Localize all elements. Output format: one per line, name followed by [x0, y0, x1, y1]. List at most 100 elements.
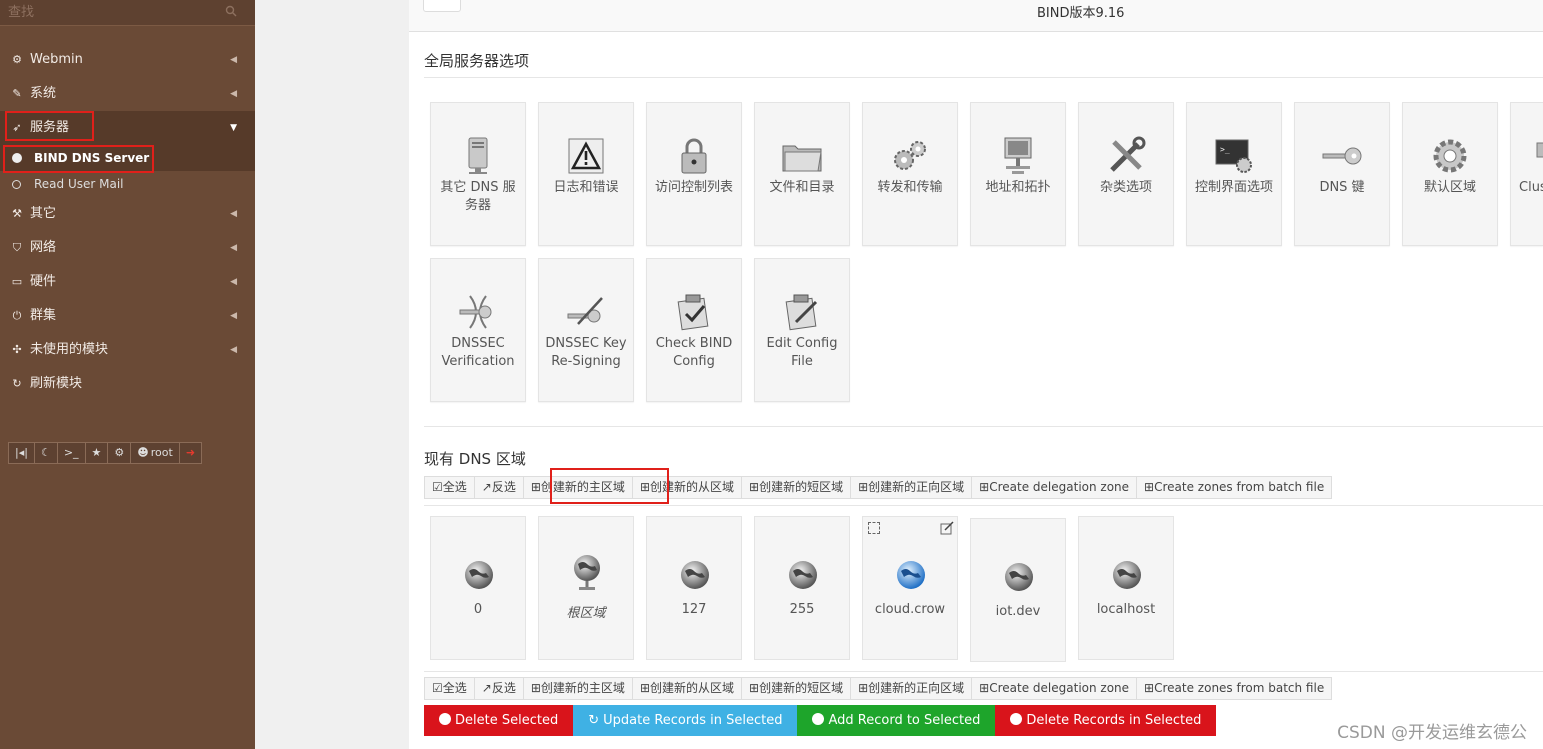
create-delegation-zone-button[interactable]: ⊞ Create delegation zone — [971, 476, 1138, 499]
search-bar — [0, 0, 255, 26]
create-forward-zone-button[interactable]: ⊞ 创建新的正向区域 — [850, 677, 973, 700]
sidebar-item-others[interactable]: ⚒ 其它 ◀ — [0, 197, 255, 231]
bind-version: BIND版本9.16 — [1037, 6, 1125, 21]
invert-selection-button[interactable]: ↗ 反选 — [473, 476, 524, 499]
create-delegation-zone-button[interactable]: ⊞ Create delegation zone — [971, 677, 1138, 700]
terminal-icon: >_ — [1187, 135, 1281, 177]
edit-icon[interactable] — [940, 521, 954, 535]
globe-icon — [465, 561, 493, 589]
logout-icon[interactable]: ➜ — [178, 442, 203, 464]
zone-item[interactable]: 255 — [754, 516, 850, 660]
plus-square-icon: ⊞ — [530, 681, 541, 695]
settings-icon[interactable]: ⚙ — [107, 442, 132, 464]
tile-check-bind-config[interactable]: Check BIND Config — [646, 258, 742, 402]
tile-logs-errors[interactable]: 日志和错误 — [538, 102, 634, 246]
create-stub-zone-button[interactable]: ⊞ 创建新的短区域 — [741, 476, 852, 499]
tile-forwarding[interactable]: 转发和传输 — [862, 102, 958, 246]
sidebar-item-cluster[interactable]: ⏻ 群集 ◀ — [0, 299, 255, 333]
plus-square-icon: ⊞ — [979, 681, 990, 695]
divider — [424, 426, 1543, 427]
gear-icon — [1403, 135, 1497, 177]
tile-files-dirs[interactable]: 文件和目录 — [754, 102, 850, 246]
zones-title: 现有 DNS 区域 — [424, 450, 526, 468]
globe-icon — [1005, 563, 1033, 591]
zone-item[interactable]: 根区域 — [538, 516, 634, 660]
tile-dnssec-verification[interactable]: DNSSEC Verification — [430, 258, 526, 402]
sidebar-item-network[interactable]: ⛉ 网络 ◀ — [0, 231, 255, 265]
main-content: BIND版本9.16 全局服务器选项 其它 DNS 服务器 日志和错误 访问控制… — [409, 0, 1543, 749]
add-record-button[interactable]: Add Record to Selected — [797, 705, 996, 736]
create-slave-zone-button[interactable]: ⊞ 创建新的从区域 — [631, 476, 743, 499]
sidebar-toolbar: |◂| ☾ >_ ★ ⚙ ☻ root ➜ — [8, 442, 203, 464]
update-records-button[interactable]: ↻ Update Records in Selected — [573, 705, 798, 736]
select-checkbox[interactable] — [868, 522, 880, 534]
zone-item[interactable]: 127 — [646, 516, 742, 660]
times-circle-icon — [1010, 713, 1023, 725]
sidebar-item-refresh-modules[interactable]: ↻ 刷新模块 — [0, 367, 255, 401]
create-zones-batch-button[interactable]: ⊞ Create zones from batch file — [1136, 677, 1333, 700]
create-master-zone-button[interactable]: ⊞ 创建新的主区域 — [522, 677, 633, 700]
plus-square-icon: ⊞ — [749, 480, 760, 494]
globe-icon — [681, 561, 709, 589]
sidebar-item-system[interactable]: ✎ 系统 ◀ — [0, 77, 255, 111]
refresh-icon: ↻ — [12, 377, 22, 390]
globe-icon — [789, 561, 817, 589]
dnssec-icon — [431, 291, 525, 333]
chevron-left-icon: ◀ — [230, 209, 237, 219]
search-input[interactable] — [8, 3, 218, 21]
chevron-left-icon: ◀ — [230, 277, 237, 287]
zone-item[interactable]: localhost — [1078, 516, 1174, 660]
sidebar-item-hardware[interactable]: ▭ 硬件 ◀ — [0, 265, 255, 299]
power-icon: ⏻ — [12, 309, 22, 322]
create-forward-zone-button[interactable]: ⊞ 创建新的正向区域 — [850, 476, 973, 499]
delete-records-button[interactable]: Delete Records in Selected — [995, 705, 1217, 736]
terminal-icon[interactable]: >_ — [56, 442, 86, 464]
zone-item[interactable]: iot.dev — [970, 518, 1066, 662]
sidebar-item-servers[interactable]: ➶ 服务器 ▼ — [0, 111, 255, 145]
svg-text:>_: >_ — [1220, 145, 1230, 154]
tile-dnssec-key-resigning[interactable]: DNSSEC Key Re-Signing — [538, 258, 634, 402]
tile-cluster[interactable]: Clus S — [1510, 102, 1543, 246]
create-slave-zone-button[interactable]: ⊞ 创建新的从区域 — [631, 677, 743, 700]
user-button[interactable]: ☻ root — [130, 442, 180, 464]
tile-acl[interactable]: 访问控制列表 — [646, 102, 742, 246]
tile-dns-keys[interactable]: DNS 键 — [1294, 102, 1390, 246]
moon-icon[interactable]: ☾ — [33, 442, 58, 464]
tile-address-topology[interactable]: 地址和拓扑 — [970, 102, 1066, 246]
radio-icon — [12, 180, 21, 189]
sidebar-subitem-read-user-mail[interactable]: Read User Mail — [0, 171, 255, 197]
collapse-icon[interactable]: |◂| — [8, 442, 35, 464]
times-circle-icon — [439, 713, 451, 725]
sidebar-item-unused-modules[interactable]: ✣ 未使用的模块 ◀ — [0, 333, 255, 367]
star-icon[interactable]: ★ — [84, 442, 109, 464]
chevron-down-icon: ▼ — [230, 123, 237, 133]
plus-square-icon: ⊞ — [1144, 681, 1155, 695]
tile-edit-config-file[interactable]: Edit Config File — [754, 258, 850, 402]
gavel-icon: ⚒ — [12, 207, 22, 220]
create-master-zone-button[interactable]: ⊞ 创建新的主区域 — [522, 476, 633, 499]
invert-selection-button[interactable]: ↗ 反选 — [473, 677, 524, 700]
search-icon[interactable] — [225, 5, 237, 17]
zone-item[interactable]: cloud.crow — [862, 516, 958, 660]
zone-item[interactable]: 0 — [430, 516, 526, 660]
select-all-button[interactable]: ☑ 全选 — [424, 476, 475, 499]
puzzle-icon: ✣ — [12, 343, 22, 356]
action-bar: Delete Selected ↻ Update Records in Selec… — [424, 705, 1217, 736]
globe-icon — [897, 561, 925, 589]
key-sign-icon — [539, 291, 633, 333]
tile-default-zones[interactable]: 默认区域 — [1402, 102, 1498, 246]
return-button[interactable] — [423, 0, 461, 12]
tile-other-dns-servers[interactable]: 其它 DNS 服务器 — [430, 102, 526, 246]
gutter — [255, 0, 409, 749]
tile-misc-options[interactable]: 杂类选项 — [1078, 102, 1174, 246]
edit-config-icon — [755, 291, 849, 333]
divider — [424, 671, 1543, 672]
tile-control-interface[interactable]: >_ 控制界面选项 — [1186, 102, 1282, 246]
select-all-button[interactable]: ☑ 全选 — [424, 677, 475, 700]
sidebar-subitem-bind-dns[interactable]: BIND DNS Server — [0, 145, 255, 171]
create-zones-batch-button[interactable]: ⊞ Create zones from batch file — [1136, 476, 1333, 499]
chevron-left-icon: ◀ — [230, 89, 237, 99]
delete-selected-button[interactable]: Delete Selected — [424, 705, 574, 736]
sidebar-item-webmin[interactable]: ⚙ Webmin ◀ — [0, 43, 255, 77]
create-stub-zone-button[interactable]: ⊞ 创建新的短区域 — [741, 677, 852, 700]
